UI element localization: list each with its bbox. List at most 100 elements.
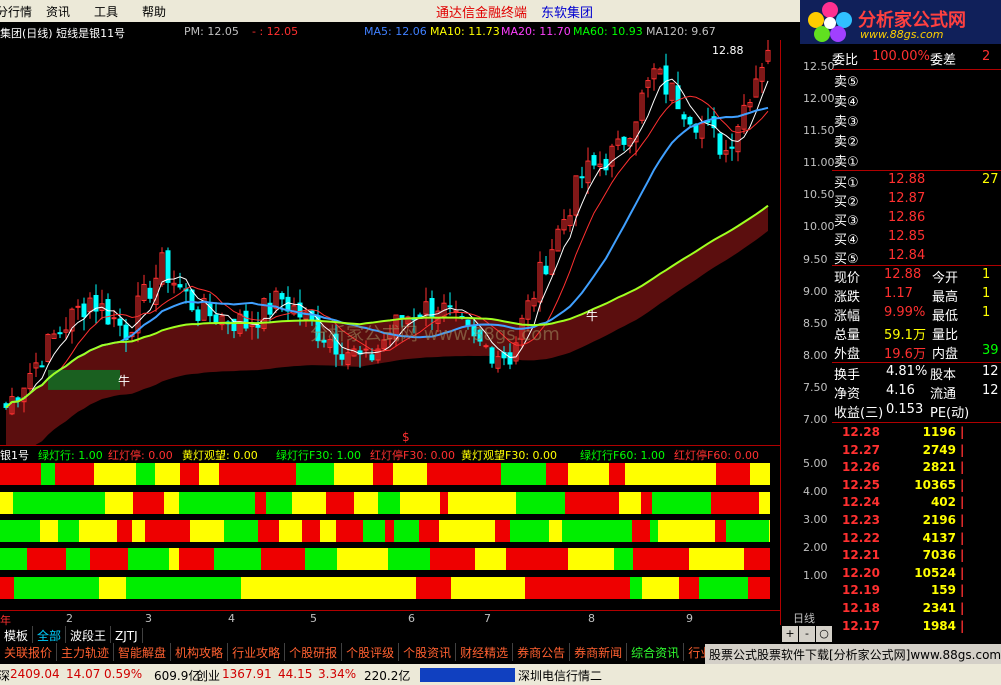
stat-row: 涨跌 1.17 最高 1 bbox=[832, 285, 1001, 305]
stat-value: 12 bbox=[982, 364, 999, 379]
tick-row: 12.18 2341 | bbox=[832, 600, 1001, 618]
sz-index: 2409.04 bbox=[10, 667, 60, 681]
stat-label: 现价 bbox=[834, 271, 861, 286]
signal-band-segment bbox=[378, 492, 400, 514]
info-tab[interactable]: 关联报价 bbox=[0, 643, 58, 661]
menu-item-market[interactable]: 分行情 bbox=[0, 3, 32, 20]
tick-price: 12.20 bbox=[842, 565, 880, 580]
signal-band-segment bbox=[716, 463, 750, 485]
signal-band-segment bbox=[619, 492, 641, 514]
indicator-header: 银1号 绿灯行: 1.00 红灯停: 0.00 黄灯观望: 0.00 绿灯行F3… bbox=[0, 445, 780, 462]
signal-band-segment bbox=[145, 520, 190, 542]
stat-row: 收益(三) 0.153 PE(动) bbox=[832, 401, 1001, 421]
tick-row: 12.22 4137 | bbox=[832, 530, 1001, 548]
buy-row: 买④ 12.85 bbox=[832, 228, 1001, 248]
order-diff-value: 2 bbox=[982, 49, 991, 64]
logo-url: www.88gs.com bbox=[860, 28, 944, 41]
watermark: 分析家公式网 www.88gs.com bbox=[310, 324, 560, 345]
info-tab[interactable]: 机构攻略 bbox=[171, 643, 229, 661]
tick-direction-mark: | bbox=[960, 513, 965, 527]
tick-direction-mark: | bbox=[960, 495, 965, 510]
info-tab[interactable]: 个股资讯 bbox=[399, 643, 457, 661]
signal-band-segment bbox=[652, 492, 683, 514]
signal-band-segment bbox=[258, 520, 279, 542]
candle-body bbox=[663, 65, 669, 95]
zoom-in-button[interactable]: + bbox=[782, 626, 798, 642]
status-bar: 深 2409.04 14.07 0.59% 609.9亿 创业 1367.91 … bbox=[0, 664, 1001, 685]
info-tab[interactable]: 个股评级 bbox=[342, 643, 400, 661]
candle-body bbox=[489, 347, 495, 364]
signal-band-segment bbox=[0, 548, 27, 570]
menu-item-tools[interactable]: 工具 bbox=[94, 3, 118, 20]
signal-band-segment bbox=[334, 463, 373, 485]
tick-price: 12.21 bbox=[842, 548, 880, 563]
signal-band-segment bbox=[373, 463, 393, 485]
period-label[interactable]: 日线 bbox=[780, 610, 832, 625]
info-tab[interactable]: 券商新闻 bbox=[570, 643, 628, 661]
signal-band-segment bbox=[475, 548, 506, 570]
zoom-out-button[interactable]: - bbox=[799, 626, 815, 642]
zoom-reset-button[interactable]: ○ bbox=[816, 626, 832, 642]
signal-band-segment bbox=[484, 492, 516, 514]
ma60-value: MA60: 10.93 bbox=[573, 25, 643, 38]
dollar-marker: $ bbox=[402, 430, 410, 444]
buy-row: 买⑤ 12.84 bbox=[832, 247, 1001, 267]
signal-band-segment bbox=[385, 520, 394, 542]
menu-item-help[interactable]: 帮助 bbox=[142, 3, 166, 20]
ad-banner[interactable]: 股票公式股票软件下载[分析家公式网]www.88gs.com bbox=[705, 644, 1001, 664]
tick-row: 12.21 7036 | bbox=[832, 547, 1001, 565]
signal-band-segment bbox=[748, 577, 770, 599]
tick-row: 12.28 1196 | bbox=[832, 424, 1001, 442]
info-tab[interactable]: 综合资讯 bbox=[627, 643, 685, 661]
info-tab[interactable]: 个股研报 bbox=[285, 643, 343, 661]
info-tab[interactable]: 行业攻略 bbox=[228, 643, 286, 661]
signal-band-segment bbox=[50, 492, 67, 514]
price-chart[interactable]: 12.88 牛 牛 $ 分析家公式网 www.88gs.com bbox=[0, 40, 780, 445]
order-ratio-row: 委比 100.00% 委差 2 bbox=[832, 48, 1001, 68]
signal-band-segment bbox=[676, 463, 716, 485]
signal-band-segment bbox=[501, 463, 546, 485]
signal-band-segment bbox=[0, 577, 14, 599]
niu-marker: 牛 bbox=[586, 308, 598, 323]
signal-band-segment bbox=[336, 520, 363, 542]
signal-band-segment bbox=[593, 492, 619, 514]
buy-label: 买① bbox=[834, 176, 859, 191]
cy-pct: 3.34% bbox=[318, 667, 357, 681]
price-tick-label: 7.00 bbox=[803, 413, 828, 426]
stat-label: 最低 bbox=[932, 309, 959, 324]
stat-value: 0.153 bbox=[886, 402, 924, 417]
cy-amount: 220.2亿 bbox=[364, 669, 411, 683]
signal-band-segment bbox=[169, 548, 179, 570]
signal-band-segment bbox=[609, 463, 625, 485]
signal-band-segment bbox=[79, 520, 117, 542]
signal-band-segment bbox=[354, 492, 378, 514]
signal-band-segment bbox=[689, 548, 735, 570]
info-tab[interactable]: 券商公告 bbox=[513, 643, 571, 661]
sell-label: 卖③ bbox=[834, 115, 859, 130]
info-tab[interactable]: 主力轨迹 bbox=[57, 643, 115, 661]
stat-value: 12 bbox=[982, 383, 999, 398]
candle-body bbox=[717, 133, 723, 155]
candle-body bbox=[39, 365, 45, 368]
server-status[interactable]: 深圳电信行情二 bbox=[518, 667, 602, 684]
info-tab[interactable]: 行业资讯 bbox=[684, 643, 705, 661]
info-tab[interactable]: 财经精选 bbox=[456, 643, 514, 661]
traffic-light-indicator[interactable] bbox=[0, 459, 780, 609]
indicator-tick-label: 2.00 bbox=[803, 541, 828, 554]
ma120-value: MA120: 9.67 bbox=[646, 25, 716, 38]
signal-band-segment bbox=[363, 520, 373, 542]
ma5-value: MA5: 12.06 bbox=[364, 25, 427, 38]
tick-direction-mark: | bbox=[960, 425, 965, 439]
menu-item-info[interactable]: 资讯 bbox=[46, 3, 70, 20]
flower-logo-icon bbox=[808, 2, 852, 42]
signal-band-segment bbox=[633, 548, 646, 570]
stat-row: 涨幅 9.99% 最低 1 bbox=[832, 304, 1001, 324]
candle-body bbox=[363, 348, 369, 351]
volume-gauge bbox=[420, 668, 515, 682]
info-tab[interactable]: 智能解盘 bbox=[114, 643, 172, 661]
signal-band-segment bbox=[0, 492, 13, 514]
template-tab[interactable]: ZJTJ bbox=[111, 628, 143, 644]
signal-band-segment bbox=[105, 492, 133, 514]
buy-price: 12.87 bbox=[888, 191, 926, 206]
signal-band-segment bbox=[506, 548, 545, 570]
